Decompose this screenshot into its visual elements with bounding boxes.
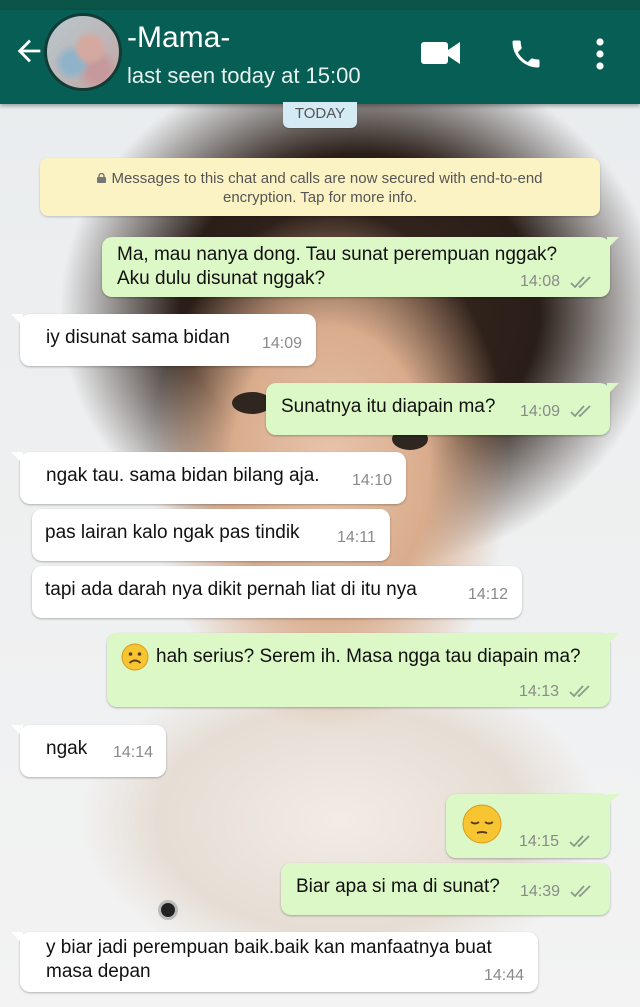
message-bubble-incoming[interactable]: tapi ada darah nya dikit pernah liat di … [32,566,522,618]
pensive-face-emoji-icon [462,804,502,844]
message-text: hah serius? Serem ih. Masa ngga tau diap… [156,646,581,667]
message-time: 14:11 [337,529,376,546]
frowning-face-emoji-icon [121,643,149,671]
message-text: pas lairan kalo ngak pas tindik [45,522,300,543]
message-time: 14:12 [468,586,509,603]
message-bubble-outgoing[interactable]: 14:15 [446,794,619,858]
message-bubble-outgoing[interactable]: Ma, mau nanya dong. Tau sunat perempuan … [102,237,619,297]
status-bar [0,0,640,10]
message-bubble-incoming[interactable]: pas lairan kalo ngak pas tindik 14:11 [32,509,390,561]
phone-icon[interactable] [508,36,544,72]
message-bubble-incoming[interactable]: ngak tau. sama bidan bilang aja. 14:10 [11,452,406,504]
double-check-icon [569,685,590,698]
message-time: 14:10 [352,472,393,489]
avatar[interactable] [44,13,122,91]
message-time: 14:15 [519,833,560,850]
message-time: 14:14 [113,744,154,761]
wallpaper-shirt-button [158,900,178,920]
message-time: 14:44 [484,967,525,984]
lock-icon [97,173,107,183]
video-camera-icon[interactable] [420,36,462,70]
message-text: tapi ada darah nya dikit pernah liat di … [45,579,417,600]
message-time: 14:09 [520,403,561,420]
bubble-tail [607,633,619,645]
bubble-tail [11,725,23,737]
message-text: iy disunat sama bidan [46,327,230,348]
message-text: Aku dulu disunat nggak? [117,268,326,289]
message-bubble-outgoing[interactable]: hah serius? Serem ih. Masa ngga tau diap… [107,633,619,707]
message-text: Biar apa si ma di sunat? [296,876,500,897]
message-text: masa depan [46,961,151,982]
message-text: Sunatnya itu diapain ma? [281,396,496,417]
message-time: 14:13 [519,683,560,700]
message-time: 14:39 [520,883,561,900]
message-bubble-incoming[interactable]: iy disunat sama bidan 14:09 [11,314,316,366]
contact-name[interactable]: -Mama- [127,20,230,56]
encryption-notice-line2: encryption. Tap for more info. [223,189,417,206]
double-check-icon [570,405,591,418]
message-text: y biar jadi perempuan baik.baik kan manf… [46,937,492,958]
date-divider: TODAY [283,102,357,128]
encryption-notice[interactable]: Messages to this chat and calls are now … [40,158,600,216]
double-check-icon [570,885,591,898]
bubble-tail [11,314,23,326]
double-check-icon [570,276,591,289]
message-bubble-incoming[interactable]: y biar jadi perempuan baik.baik kan manf… [11,932,538,992]
message-bubble-outgoing[interactable]: Sunatnya itu diapain ma? 14:09 [266,383,619,435]
chat-header: -Mama- last seen today at 15:00 [0,10,640,104]
arrow-left-icon[interactable] [12,34,46,68]
message-text: Ma, mau nanya dong. Tau sunat perempuan … [117,244,558,265]
message-bubble-outgoing[interactable]: Biar apa si ma di sunat? 14:39 [281,863,610,915]
encryption-notice-line1: Messages to this chat and calls are now … [111,170,543,187]
bubble-tail [11,452,23,464]
message-text: ngak [46,738,88,759]
message-time: 14:09 [262,335,303,352]
last-seen-status[interactable]: last seen today at 15:00 [127,62,361,90]
more-vert-icon[interactable] [592,36,608,72]
bubble-tail [607,383,619,395]
message-text: ngak tau. sama bidan bilang aja. [46,465,320,486]
bubble-tail [11,932,23,944]
message-time: 14:08 [520,273,561,290]
bubble-tail [607,794,619,806]
message-bubble-incoming[interactable]: ngak 14:14 [11,725,166,777]
double-check-icon [569,835,590,848]
bubble-tail [607,237,619,249]
